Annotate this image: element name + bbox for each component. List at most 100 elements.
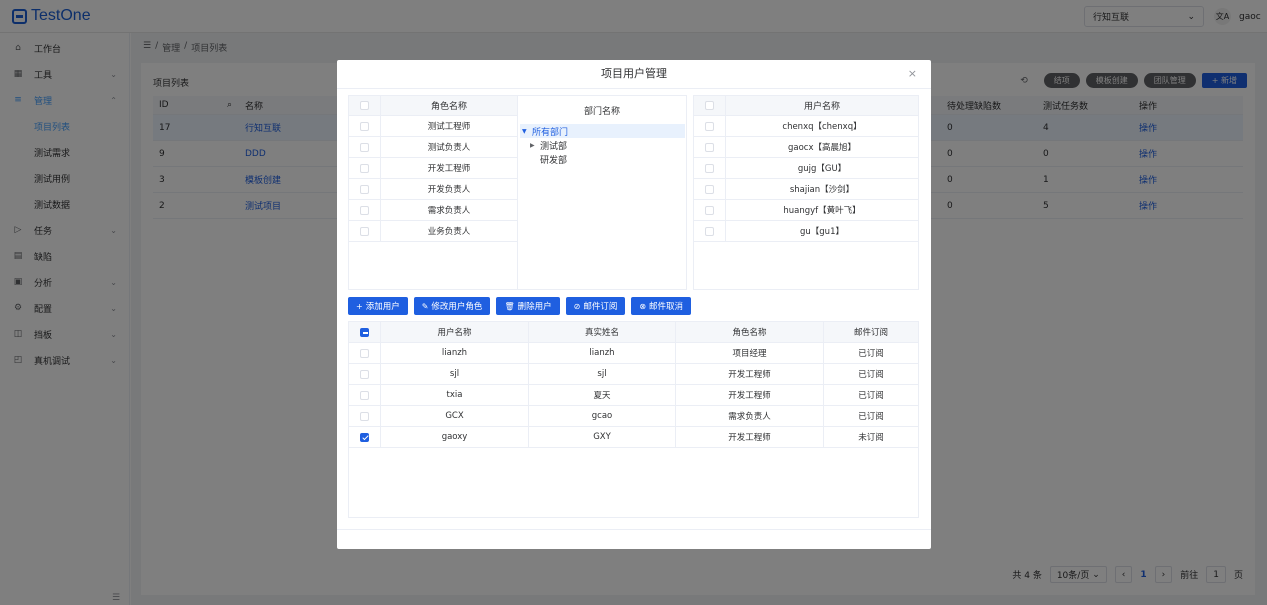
- role-select-all-checkbox[interactable]: [360, 101, 369, 110]
- user-checkbox[interactable]: [705, 163, 714, 173]
- col-role: 角色名称: [676, 322, 824, 342]
- project-user-modal: 项目用户管理 × 角色名称 测试工程师 测试负责人 开发工程师 开发负责人 需求…: [337, 60, 931, 549]
- col-subscription: 邮件订阅: [853, 328, 888, 338]
- role-checkbox[interactable]: [360, 142, 369, 152]
- cell-role: 需求负责人: [676, 406, 824, 426]
- cell-role: 开发工程师: [676, 364, 824, 384]
- tree-node-label: 研发部: [540, 155, 568, 166]
- button-label: 邮件取消: [649, 302, 684, 312]
- user-action-bar: + 添加用户 ✎ 修改用户角色 🗑 删除用户 ⊘ 邮件订阅 ⊗ 邮件取消: [348, 297, 692, 315]
- role-label: 开发工程师: [427, 164, 471, 174]
- divider: [337, 88, 931, 89]
- role-label: 需求负责人: [427, 206, 471, 216]
- role-checkbox[interactable]: [360, 205, 369, 215]
- list-item[interactable]: gaocx【高晨旭】: [694, 137, 918, 158]
- col-username: 用户名称: [381, 322, 529, 342]
- button-label: 修改用户角色: [431, 302, 483, 312]
- tree-node-rd-dept[interactable]: 研发部: [520, 152, 686, 166]
- dept-header-label: 部门名称: [583, 106, 620, 117]
- button-label: 邮件订阅: [583, 302, 618, 312]
- role-checkbox[interactable]: [360, 226, 369, 236]
- row-checkbox[interactable]: [360, 411, 369, 421]
- caret-right-icon[interactable]: ▶: [530, 142, 540, 149]
- role-label: 测试工程师: [427, 122, 471, 132]
- caret-down-icon[interactable]: ▼: [522, 128, 532, 135]
- user-label: gujg【GU】: [797, 164, 847, 174]
- cell-realname: gcao: [529, 406, 676, 426]
- modal-title: 项目用户管理: [601, 67, 667, 80]
- list-item[interactable]: 测试工程师: [349, 116, 517, 137]
- cell-role: 开发工程师: [676, 427, 824, 447]
- list-item[interactable]: shajian【沙剑】: [694, 179, 918, 200]
- table-header: 用户名称 真实姓名 角色名称 邮件订阅: [349, 322, 918, 343]
- list-item[interactable]: 测试负责人: [349, 137, 517, 158]
- user-label: chenxq【chenxq】: [782, 122, 862, 132]
- add-user-button[interactable]: + 添加用户: [348, 297, 408, 315]
- tree-node-all-depts[interactable]: ▼ 所有部门: [520, 124, 685, 138]
- project-users-table: 用户名称 真实姓名 角色名称 邮件订阅 lianzh lianzh 项目经理 已…: [348, 321, 919, 518]
- list-item[interactable]: 业务负责人: [349, 221, 517, 242]
- row-checkbox[interactable]: [360, 369, 369, 379]
- user-checkbox[interactable]: [705, 205, 714, 215]
- role-header-label: 角色名称: [430, 102, 467, 112]
- trash-icon: 🗑: [504, 301, 515, 311]
- role-table-header: 角色名称: [349, 96, 517, 116]
- subscribe-mail-button[interactable]: ⊘ 邮件订阅: [565, 297, 626, 315]
- close-icon[interactable]: ×: [908, 67, 917, 80]
- table-row[interactable]: gaoxy GXY 开发工程师 未订阅: [349, 427, 918, 448]
- tree-node-label: 所有部门: [532, 127, 569, 138]
- table-row[interactable]: txia 夏天 开发工程师 已订阅: [349, 385, 918, 406]
- role-label: 业务负责人: [427, 227, 471, 237]
- department-panel: 部门名称 ▼ 所有部门 ▶ 测试部 研发部: [518, 95, 687, 290]
- role-checkbox[interactable]: [360, 184, 369, 194]
- user-label: huangyf【黄叶飞】: [783, 206, 861, 216]
- cell-realname: sjl: [529, 364, 676, 384]
- cell-subscription: 已订阅: [858, 370, 884, 380]
- list-item[interactable]: 开发负责人: [349, 179, 517, 200]
- list-item[interactable]: gujg【GU】: [694, 158, 918, 179]
- table-row[interactable]: lianzh lianzh 项目经理 已订阅: [349, 343, 918, 364]
- list-item[interactable]: huangyf【黄叶飞】: [694, 200, 918, 221]
- cell-username: txia: [381, 385, 529, 405]
- cell-username: sjl: [381, 364, 529, 384]
- edit-icon: ✎: [421, 301, 429, 311]
- cell-subscription: 已订阅: [858, 349, 884, 359]
- user-select-all-checkbox[interactable]: [705, 101, 714, 110]
- cancel-icon: ⊗: [639, 301, 647, 311]
- cell-realname: GXY: [529, 427, 676, 447]
- user-checkbox[interactable]: [705, 184, 714, 194]
- role-checkbox[interactable]: [360, 121, 369, 131]
- row-checkbox[interactable]: [360, 432, 369, 442]
- cell-role: 开发工程师: [676, 385, 824, 405]
- cell-username: GCX: [381, 406, 529, 426]
- tree-node-test-dept[interactable]: ▶ 测试部: [520, 138, 686, 152]
- cell-subscription: 未订阅: [858, 433, 884, 443]
- cell-username: gaoxy: [381, 427, 529, 447]
- list-item[interactable]: chenxq【chenxq】: [694, 116, 918, 137]
- select-all-checkbox[interactable]: [360, 327, 369, 337]
- row-checkbox[interactable]: [360, 390, 369, 400]
- table-row[interactable]: sjl sjl 开发工程师 已订阅: [349, 364, 918, 385]
- edit-user-role-button[interactable]: ✎ 修改用户角色: [413, 297, 491, 315]
- user-checkbox[interactable]: [705, 226, 714, 236]
- delete-user-button[interactable]: 🗑 删除用户: [496, 297, 560, 315]
- user-checkbox[interactable]: [705, 121, 714, 131]
- list-item[interactable]: gu【gu1】: [694, 221, 918, 242]
- user-checkbox[interactable]: [705, 142, 714, 152]
- tree-node-label: 测试部: [540, 141, 568, 152]
- cell-username: lianzh: [381, 343, 529, 363]
- list-item[interactable]: 需求负责人: [349, 200, 517, 221]
- col-realname: 真实姓名: [529, 322, 676, 342]
- role-label: 开发负责人: [427, 185, 471, 195]
- role-checkbox[interactable]: [360, 163, 369, 173]
- unsubscribe-mail-button[interactable]: ⊗ 邮件取消: [631, 297, 692, 315]
- cell-subscription: 已订阅: [858, 391, 884, 401]
- user-table-header: 用户名称: [694, 96, 918, 116]
- user-header-label: 用户名称: [803, 102, 840, 112]
- subscribe-icon: ⊘: [573, 301, 581, 311]
- list-item[interactable]: 开发工程师: [349, 158, 517, 179]
- button-label: 添加用户: [365, 302, 400, 312]
- table-row[interactable]: GCX gcao 需求负责人 已订阅: [349, 406, 918, 427]
- cell-role: 项目经理: [676, 343, 824, 363]
- row-checkbox[interactable]: [360, 348, 369, 358]
